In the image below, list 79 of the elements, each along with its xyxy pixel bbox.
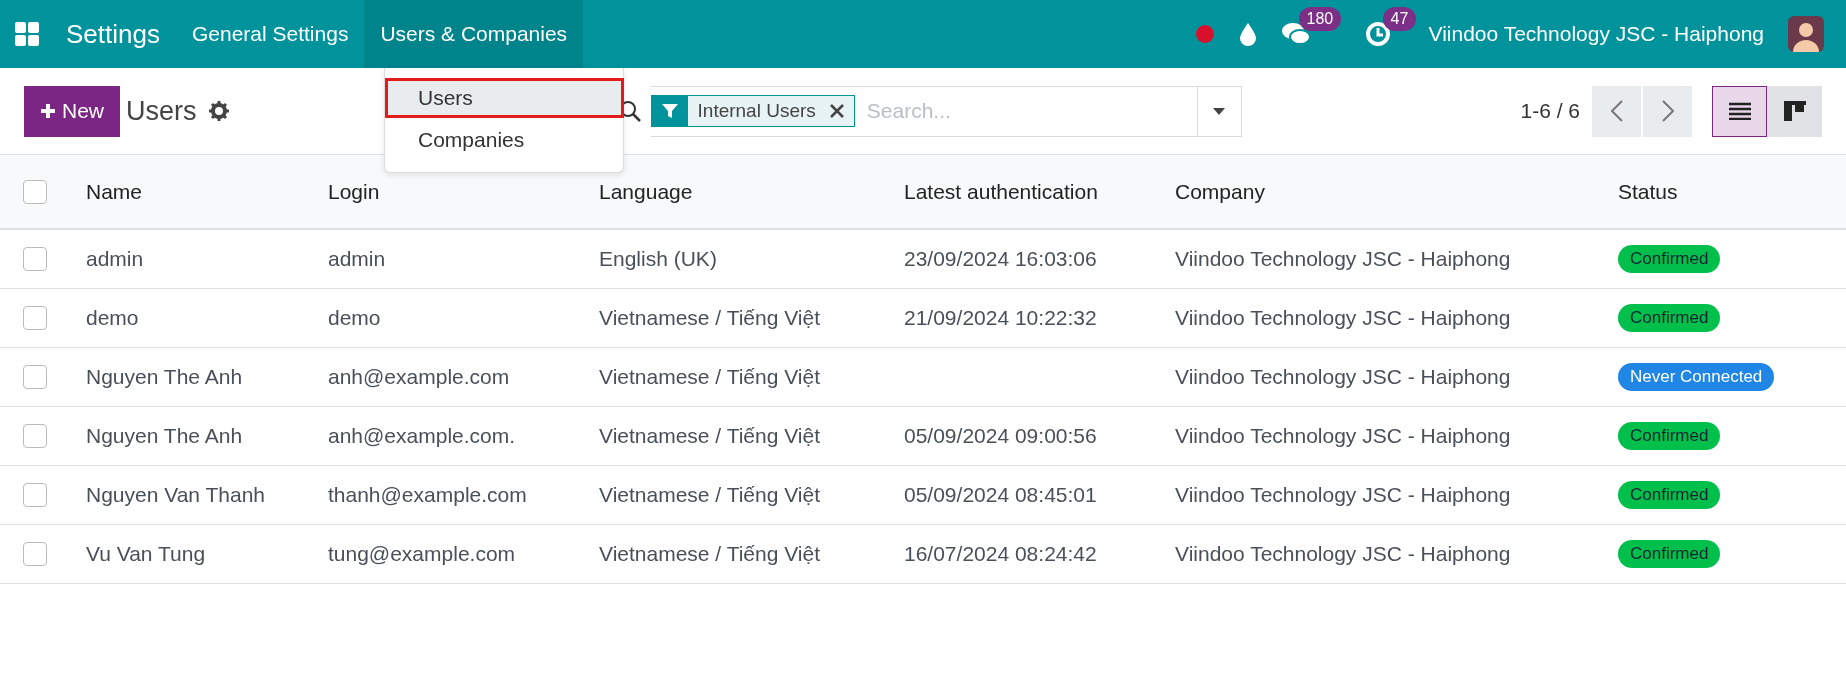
list-view-button[interactable] — [1712, 85, 1767, 137]
table-cell-text: Nguyen Van Thanh — [86, 483, 267, 507]
record-icon[interactable] — [1194, 24, 1215, 44]
status-badge: Never Connected — [1618, 363, 1775, 391]
app-title[interactable]: Settings — [66, 18, 160, 50]
table-cell-text: admin — [328, 247, 387, 271]
table-cell-text: Viindoo Technology JSC - Haiphong — [1175, 483, 1512, 507]
table-cell-text: English (UK) — [599, 247, 718, 271]
table-cell-text: Vietnamese / Tiếng Việt — [599, 424, 822, 448]
table-cell-text: Vu Van Tung — [86, 542, 207, 566]
row-checkbox[interactable] — [23, 365, 47, 389]
chevron-right-icon — [1661, 100, 1674, 122]
filter-facet[interactable]: Internal Users — [650, 95, 855, 127]
column-header[interactable]: Company — [1175, 179, 1618, 204]
kanban-icon — [1783, 101, 1806, 121]
table-cell-text: Vietnamese / Tiếng Việt — [599, 306, 822, 330]
apps-menu-icon[interactable] — [14, 21, 40, 47]
status-badge: Confirmed — [1618, 245, 1721, 273]
table-cell-text: thanh@example.com — [328, 483, 528, 507]
row-checkbox[interactable] — [23, 306, 47, 330]
chevron-left-icon — [1610, 100, 1623, 122]
status-badge: Confirmed — [1618, 422, 1721, 450]
row-checkbox[interactable] — [23, 483, 47, 507]
table-cell-text: demo — [86, 306, 140, 330]
table-cell-text: Vietnamese / Tiếng Việt — [599, 542, 822, 566]
table-cell-text: anh@example.com. — [328, 424, 517, 448]
table-cell-text: Viindoo Technology JSC - Haiphong — [1175, 247, 1512, 271]
table-cell-text: Viindoo Technology JSC - Haiphong — [1175, 306, 1512, 330]
table-cell-text: demo — [328, 306, 382, 330]
table-cell-text: anh@example.com — [328, 365, 511, 389]
menu-item[interactable]: Users — [385, 78, 624, 118]
table-cell-text: Viindoo Technology JSC - Haiphong — [1175, 424, 1512, 448]
table-cell-text: Viindoo Technology JSC - Haiphong — [1175, 542, 1512, 566]
status-badge: Confirmed — [1618, 481, 1721, 509]
column-header[interactable]: Login — [328, 179, 599, 204]
column-header[interactable]: Latest authentication — [904, 179, 1175, 204]
status-badge: Confirmed — [1618, 540, 1721, 568]
row-checkbox[interactable] — [23, 424, 47, 448]
column-header[interactable]: Status — [1618, 179, 1846, 204]
table-cell-text: Nguyen The Anh — [86, 424, 244, 448]
plus-icon — [40, 103, 56, 119]
table-cell-text: 05/09/2024 09:00:56 — [904, 424, 1098, 448]
row-checkbox[interactable] — [23, 247, 47, 271]
clock-icon[interactable] — [1364, 21, 1391, 47]
table-cell-text: Vietnamese / Tiếng Việt — [599, 365, 822, 389]
column-header[interactable]: Name — [86, 179, 328, 204]
status-badge: Confirmed — [1618, 304, 1721, 332]
table-cell-text: 21/09/2024 10:22:32 — [904, 306, 1098, 330]
pager-value[interactable]: 1-6 / 6 — [1520, 99, 1580, 123]
filter-icon — [661, 103, 678, 119]
next-button[interactable] — [1643, 85, 1692, 137]
table-cell-text: Nguyen The Anh — [86, 365, 244, 389]
new-button[interactable]: New — [24, 85, 120, 137]
menu-item[interactable]: Companies — [385, 120, 624, 160]
caret-icon — [1213, 107, 1226, 115]
search-field[interactable]: Internal Users Search... — [650, 85, 1242, 137]
nav-menu[interactable]: General Settings — [175, 0, 365, 68]
table-cell-text: tung@example.com — [328, 542, 517, 566]
table-cell-text: 16/07/2024 08:24:42 — [904, 542, 1098, 566]
list-icon — [1728, 102, 1751, 120]
activity-count: 47 — [1382, 7, 1417, 31]
nav-menu[interactable]: Users & Companies — [364, 0, 584, 68]
column-header[interactable]: Language — [599, 179, 904, 204]
previous-button[interactable] — [1592, 85, 1641, 137]
company-switcher[interactable]: Viindoo Technology JSC - Haiphong — [1428, 22, 1764, 46]
table-cell-text: Viindoo Technology JSC - Haiphong — [1175, 365, 1512, 389]
avatar[interactable] — [1788, 16, 1824, 52]
table-cell-text: Vietnamese / Tiếng Việt — [599, 483, 822, 507]
row-checkbox[interactable] — [23, 542, 47, 566]
close-icon[interactable] — [829, 104, 844, 118]
message-count: 180 — [1298, 7, 1342, 31]
select-all-checkbox[interactable] — [23, 179, 47, 204]
kanban-view-button[interactable] — [1767, 85, 1822, 137]
table-cell-text: admin — [86, 247, 145, 271]
breadcrumb: Users — [126, 95, 197, 127]
settings-icon[interactable] — [208, 101, 229, 121]
table-cell-text: 23/09/2024 16:03:06 — [904, 247, 1098, 271]
drop-icon[interactable] — [1238, 22, 1257, 46]
table-cell-text: 05/09/2024 08:45:01 — [904, 483, 1098, 507]
